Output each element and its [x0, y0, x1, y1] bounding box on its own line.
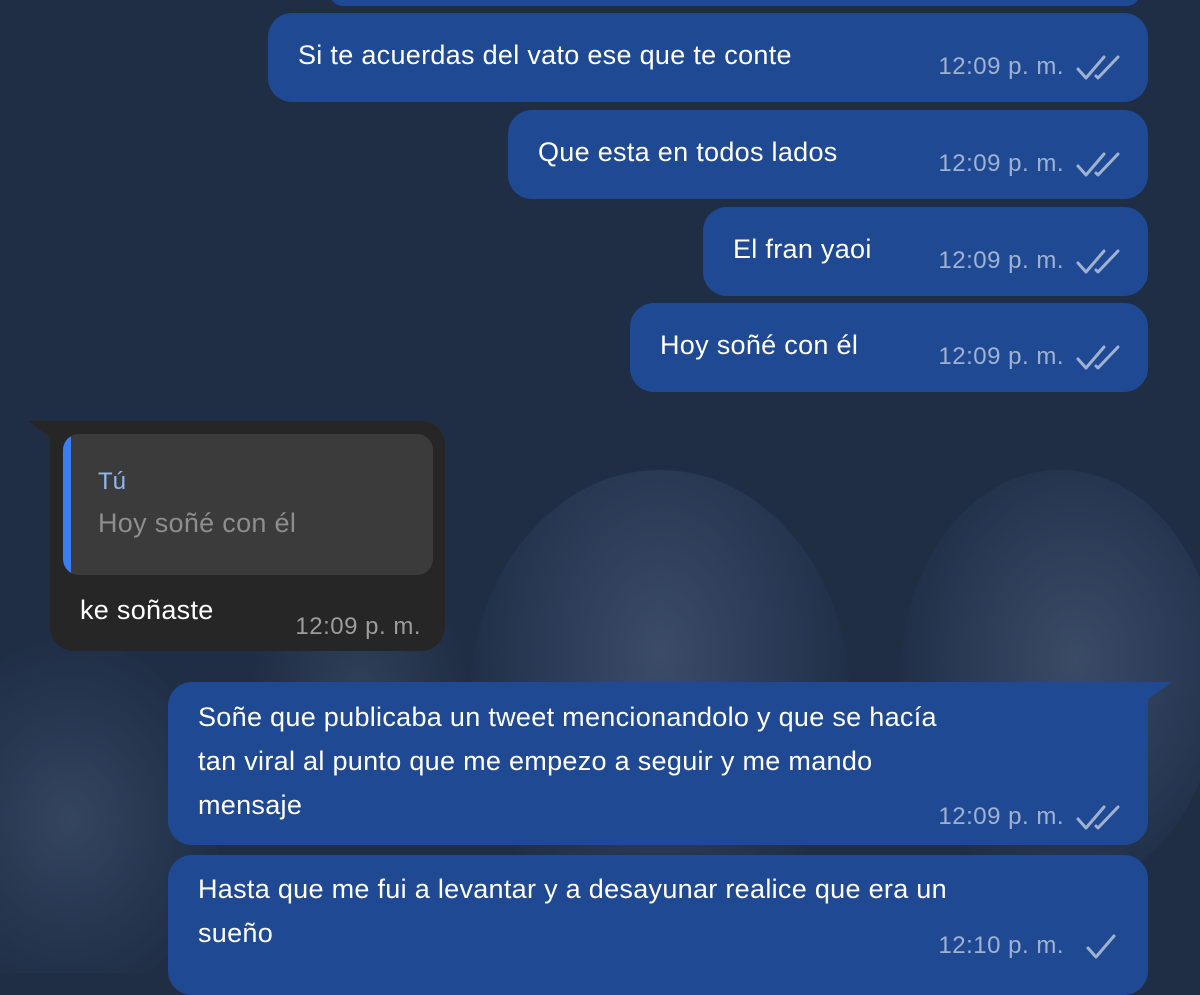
- double-check-icon: [1076, 249, 1120, 274]
- outgoing-message[interactable]: Soñe que publicaba un tweet mencionandol…: [168, 682, 1148, 845]
- message-text: Si te acuerdas del vato ese que te conte: [298, 40, 792, 70]
- outgoing-message[interactable]: Que esta en todos lados 12:09 p. m.: [508, 110, 1148, 199]
- message-meta: 12:10 p. m.: [938, 931, 1124, 961]
- message-meta: 12:09 p. m.: [938, 246, 1124, 276]
- reply-text: Hoy soñé con él: [98, 508, 297, 538]
- message-text: El fran yaoi: [733, 234, 872, 264]
- message-meta: 12:09 p. m.: [938, 342, 1124, 372]
- outgoing-message-cut[interactable]: [330, 0, 1140, 6]
- message-time: 12:10 p. m.: [938, 932, 1064, 959]
- message-time: 12:09 p. m.: [938, 53, 1064, 80]
- message-time: 12:09 p. m.: [938, 803, 1064, 830]
- message-text: ke soñaste: [80, 595, 214, 625]
- double-check-icon: [1076, 55, 1120, 80]
- reply-author: Tú: [98, 468, 127, 495]
- single-check-icon: [1086, 934, 1116, 959]
- outgoing-message[interactable]: El fran yaoi 12:09 p. m.: [703, 207, 1148, 296]
- message-text: Soñe que publicaba un tweet mencionandol…: [198, 702, 937, 820]
- message-meta: 12:09 p. m.: [938, 802, 1124, 832]
- message-text: Hasta que me fui a levantar y a desayuna…: [198, 874, 947, 948]
- double-check-icon: [1076, 152, 1120, 177]
- double-check-icon: [1076, 805, 1120, 830]
- reply-accent-bar: [63, 434, 71, 575]
- outgoing-message[interactable]: Hoy soñé con él 12:09 p. m.: [630, 303, 1148, 392]
- message-time: 12:09 p. m.: [938, 247, 1064, 274]
- incoming-message[interactable]: Tú Hoy soñé con él ke soñaste 12:09 p. m…: [50, 421, 445, 651]
- message-text: Que esta en todos lados: [538, 137, 838, 167]
- message-time: 12:09 p. m.: [938, 150, 1064, 177]
- outgoing-message[interactable]: Si te acuerdas del vato ese que te conte…: [268, 13, 1148, 102]
- message-meta: 12:09 p. m.: [938, 52, 1124, 82]
- message-time: 12:09 p. m.: [938, 343, 1064, 370]
- message-text: Hoy soñé con él: [660, 330, 859, 360]
- reply-quote[interactable]: Tú Hoy soñé con él: [63, 434, 433, 575]
- message-meta: 12:09 p. m.: [295, 613, 421, 641]
- message-time: 12:09 p. m.: [295, 613, 421, 640]
- outgoing-message[interactable]: Hasta que me fui a levantar y a desayuna…: [168, 855, 1148, 995]
- double-check-icon: [1076, 345, 1120, 370]
- message-meta: 12:09 p. m.: [938, 149, 1124, 179]
